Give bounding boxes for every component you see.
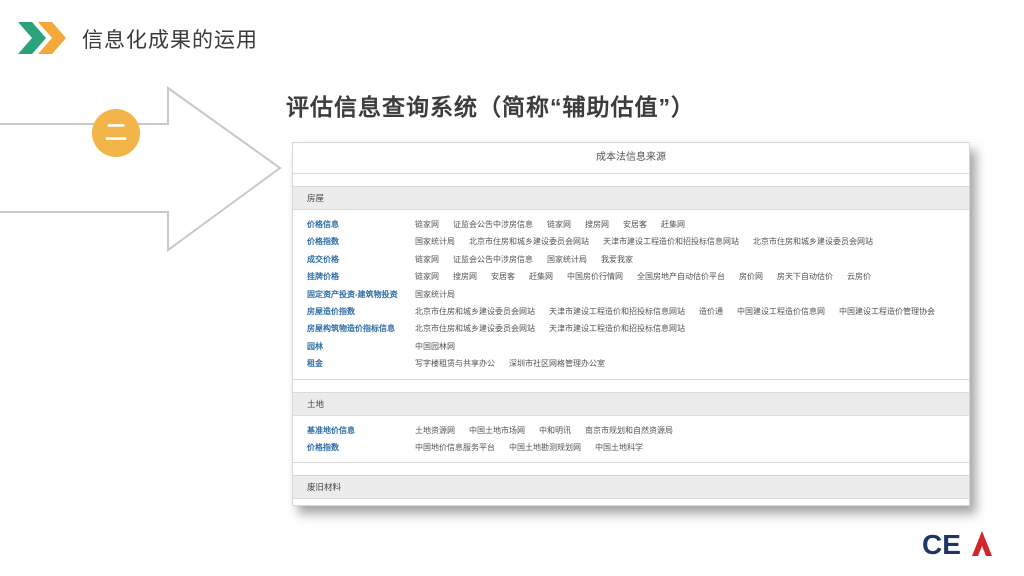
panel-section: 废旧材料 xyxy=(293,475,969,500)
source-link[interactable]: 土地资源网 xyxy=(415,422,455,439)
source-link[interactable]: 中国土地市场网 xyxy=(469,422,525,439)
row-label-link[interactable]: 成交价格 xyxy=(293,251,415,268)
source-link[interactable]: 中和明讯 xyxy=(539,422,571,439)
cea-logo: CE xyxy=(922,529,992,558)
source-link[interactable]: 北京市住房和城乡建设委员会网站 xyxy=(753,233,873,250)
source-link[interactable]: 国家统计局 xyxy=(415,286,455,303)
section-header: 废旧材料 xyxy=(293,476,969,500)
source-link[interactable]: 中国土地科学 xyxy=(595,439,643,456)
source-links: 北京市住房和城乡建设委员会网站 天津市建设工程造价和招投标信息网站 xyxy=(415,320,685,337)
source-link[interactable]: 造价通 xyxy=(699,303,723,320)
source-link[interactable]: 中国房价行情网 xyxy=(567,268,623,285)
source-link[interactable]: 链家网 xyxy=(415,251,439,268)
svg-text:CE: CE xyxy=(922,529,961,558)
source-link[interactable]: 北京市住房和城乡建设委员会网站 xyxy=(415,303,535,320)
source-link[interactable]: 国家统计局 xyxy=(547,251,587,268)
source-links: 国家统计局 xyxy=(415,286,455,303)
source-link[interactable]: 北京市住房和城乡建设委员会网站 xyxy=(415,320,535,337)
source-link[interactable]: 南京市规划和自然资源局 xyxy=(585,422,673,439)
section-header: 房屋 xyxy=(293,187,969,210)
source-link[interactable]: 房天下自动估价 xyxy=(777,268,833,285)
source-link[interactable]: 中国园林网 xyxy=(415,338,455,355)
source-link[interactable]: 中国建设工程造价管理协会 xyxy=(839,303,935,320)
source-link[interactable]: 搜房网 xyxy=(585,216,609,233)
arrow-outline-icon xyxy=(0,86,282,252)
source-link[interactable]: 我爱我家 xyxy=(601,251,633,268)
row-label-link[interactable]: 固定资产投资-建筑物投资 xyxy=(293,286,415,303)
source-link[interactable]: 中国地价信息服务平台 xyxy=(415,439,495,456)
table-row: 固定资产投资-建筑物投资 国家统计局 xyxy=(293,286,969,303)
row-label-link[interactable]: 挂牌价格 xyxy=(293,268,415,285)
row-label-link[interactable]: 房屋构筑物造价指标信息 xyxy=(293,320,415,337)
source-link[interactable]: 赶集网 xyxy=(661,216,685,233)
source-link[interactable]: 证监会公告中涉房信息 xyxy=(453,251,533,268)
main-title: 评估信息查询系统（简称“辅助估值”） xyxy=(286,94,695,120)
source-link[interactable]: 全国房地产自动估价平台 xyxy=(637,268,725,285)
source-link[interactable]: 深圳市社区网格管理办公室 xyxy=(509,355,605,372)
row-label-link[interactable]: 基准地价信息 xyxy=(293,422,415,439)
source-link[interactable]: 赶集网 xyxy=(529,268,553,285)
table-row: 价格信息 链家网 证监会公告中涉房信息 链家网 搜房网 安居客 赶集网 xyxy=(293,216,969,233)
source-links: 国家统计局 北京市住房和城乡建设委员会网站 天津市建设工程造价和招投标信息网站 北京市… xyxy=(415,233,873,250)
source-link[interactable]: 北京市住房和城乡建设委员会网站 xyxy=(469,233,589,250)
table-row: 价格指数 国家统计局 北京市住房和城乡建设委员会网站 天津市建设工程造价和招投标信息网… xyxy=(293,233,969,250)
source-link[interactable]: 搜房网 xyxy=(453,268,477,285)
panel-title: 成本法信息来源 xyxy=(293,143,969,174)
source-link[interactable]: 链家网 xyxy=(415,216,439,233)
table-row: 房屋构筑物造价指标信息 北京市住房和城乡建设委员会网站 天津市建设工程造价和招投标信… xyxy=(293,320,969,337)
row-label-link[interactable]: 价格信息 xyxy=(293,216,415,233)
table-row: 基准地价信息 土地资源网 中国土地市场网 中和明讯 南京市规划和自然资源局 xyxy=(293,422,969,439)
panel-section: 土地 基准地价信息 土地资源网 中国土地市场网 中和明讯 南京市规划和自然资源局 价格指数中… xyxy=(293,391,969,464)
source-links: 链家网 证监会公告中涉房信息 国家统计局 我爱我家 xyxy=(415,251,633,268)
source-link[interactable]: 天津市建设工程造价和招投标信息网站 xyxy=(549,303,685,320)
chevron-logo-icon xyxy=(18,22,66,54)
source-link[interactable]: 房价网 xyxy=(739,268,763,285)
row-label-link[interactable]: 价格指数 xyxy=(293,439,415,456)
source-link[interactable]: 中国建设工程造价信息网 xyxy=(737,303,825,320)
source-links: 中国地价信息服务平台 中国土地勘测规划网 中国土地科学 xyxy=(415,439,643,456)
source-link[interactable]: 写字楼租赁与共享办公 xyxy=(415,355,495,372)
table-row: 房屋造价指数 北京市住房和城乡建设委员会网站 天津市建设工程造价和招投标信息网站 造价… xyxy=(293,303,969,320)
table-row: 园林 中国园林网 xyxy=(293,338,969,355)
source-link[interactable]: 链家网 xyxy=(415,268,439,285)
source-links: 链家网 证监会公告中涉房信息 链家网 搜房网 安居客 赶集网 xyxy=(415,216,685,233)
section-number-badge: 二 xyxy=(92,109,140,157)
source-link[interactable]: 链家网 xyxy=(547,216,571,233)
source-link[interactable]: 国家统计局 xyxy=(415,233,455,250)
section-header: 土地 xyxy=(293,392,969,416)
table-row: 价格指数 中国地价信息服务平台 中国土地勘测规划网 中国土地科学 xyxy=(293,439,969,456)
source-link[interactable]: 安居客 xyxy=(491,268,515,285)
source-link[interactable]: 安居客 xyxy=(623,216,647,233)
source-links: 链家网 搜房网 安居客 赶集网 中国房价行情网 全国房地产自动估价平台 房价网 房天下自动估价… xyxy=(415,268,871,285)
panel-section: 房屋 价格信息 链家网 证监会公告中涉房信息 链家网 搜房网 安居客 赶集网 价格指数 国家统计局… xyxy=(293,186,969,380)
row-label-link[interactable]: 价格指数 xyxy=(293,233,415,250)
source-link[interactable]: 中国土地勘测规划网 xyxy=(509,439,581,456)
row-label-link[interactable]: 房屋造价指数 xyxy=(293,303,415,320)
source-links: 北京市住房和城乡建设委员会网站 天津市建设工程造价和招投标信息网站 造价通 中国建设工… xyxy=(415,303,935,320)
table-row: 租金 写字楼租赁与共享办公 深圳市社区网格管理办公室 xyxy=(293,355,969,372)
source-links: 写字楼租赁与共享办公 深圳市社区网格管理办公室 xyxy=(415,355,605,372)
source-link[interactable]: 云房价 xyxy=(847,268,871,285)
source-link[interactable]: 天津市建设工程造价和招投标信息网站 xyxy=(603,233,739,250)
source-links: 中国园林网 xyxy=(415,338,455,355)
table-row: 成交价格 链家网 证监会公告中涉房信息 国家统计局 我爱我家 xyxy=(293,251,969,268)
row-label-link[interactable]: 租金 xyxy=(293,355,415,372)
row-label-link[interactable]: 园林 xyxy=(293,338,415,355)
page-header-title: 信息化成果的运用 xyxy=(82,29,258,52)
source-link[interactable]: 天津市建设工程造价和招投标信息网站 xyxy=(549,320,685,337)
source-link[interactable]: 证监会公告中涉房信息 xyxy=(453,216,533,233)
info-source-panel: 成本法信息来源 房屋 价格信息 链家网 证监会公告中涉房信息 链家网 搜房网 安居客 赶集网价… xyxy=(292,142,970,506)
table-row: 挂牌价格 链家网 搜房网 安居客 赶集网 中国房价行情网 全国房地产自动估价平台 房价网 房天下… xyxy=(293,268,969,285)
source-links: 土地资源网 中国土地市场网 中和明讯 南京市规划和自然资源局 xyxy=(415,422,673,439)
